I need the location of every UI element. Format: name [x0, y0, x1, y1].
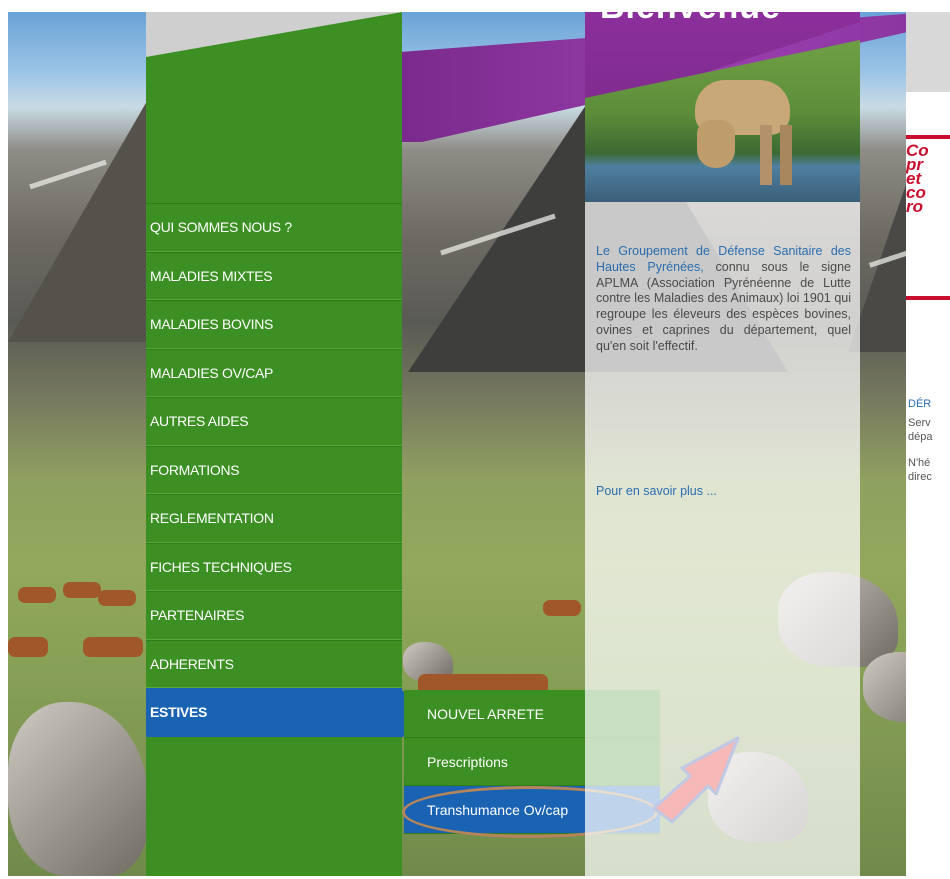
page-top-margin — [0, 0, 950, 12]
menu-item-partenaires[interactable]: PARTENAIRES — [146, 591, 402, 640]
cow-photo-head — [697, 120, 735, 168]
news-text-1: Serv dépa — [908, 417, 933, 443]
cow — [543, 600, 581, 616]
menu-item-reglementation[interactable]: REGLEMENTATION — [146, 494, 402, 543]
right-sidebar-title: Co pr et co ro — [906, 141, 929, 216]
cow-photo-leg — [760, 125, 772, 185]
page-left-margin — [0, 0, 8, 879]
cow — [8, 637, 48, 657]
cow — [63, 582, 101, 598]
menu-item-maladies-bovins[interactable]: MALADIES BOVINS — [146, 300, 402, 349]
cow — [98, 590, 136, 606]
right-sidebar: Co pr et co ro DÉR Serv dépa N'hé direc — [906, 12, 950, 876]
red-rule-top — [906, 135, 950, 139]
news-heading[interactable]: DÉR — [908, 398, 931, 410]
cow — [18, 587, 56, 603]
rock — [8, 702, 148, 876]
menu-item-maladies-mixtes[interactable]: MALADIES MIXTES — [146, 251, 402, 300]
cow — [83, 637, 143, 657]
menu-item-estives[interactable]: ESTIVES — [146, 688, 402, 737]
menu-item-autres-aides[interactable]: AUTRES AIDES — [146, 397, 402, 446]
main-menu: QUI SOMMES NOUS ? MALADIES MIXTES MALADI… — [146, 203, 402, 737]
cow-photo-leg — [780, 125, 792, 185]
menu-item-qui-sommes-nous[interactable]: QUI SOMMES NOUS ? — [146, 203, 402, 252]
read-more-link[interactable]: Pour en savoir plus ... — [596, 484, 717, 498]
menu-item-fiches-techniques[interactable]: FICHES TECHNIQUES — [146, 542, 402, 591]
intro-paragraph: Le Groupement de Défense Sanitaire des H… — [596, 244, 851, 355]
red-rule-bottom — [906, 296, 950, 300]
menu-item-adherents[interactable]: ADHERENTS — [146, 639, 402, 688]
right-sidebar-header — [906, 12, 950, 92]
menu-item-formations[interactable]: FORMATIONS — [146, 445, 402, 494]
news-text-2: N'hé direc — [908, 457, 932, 483]
menu-item-maladies-ovcap[interactable]: MALADIES OV/CAP — [146, 348, 402, 397]
